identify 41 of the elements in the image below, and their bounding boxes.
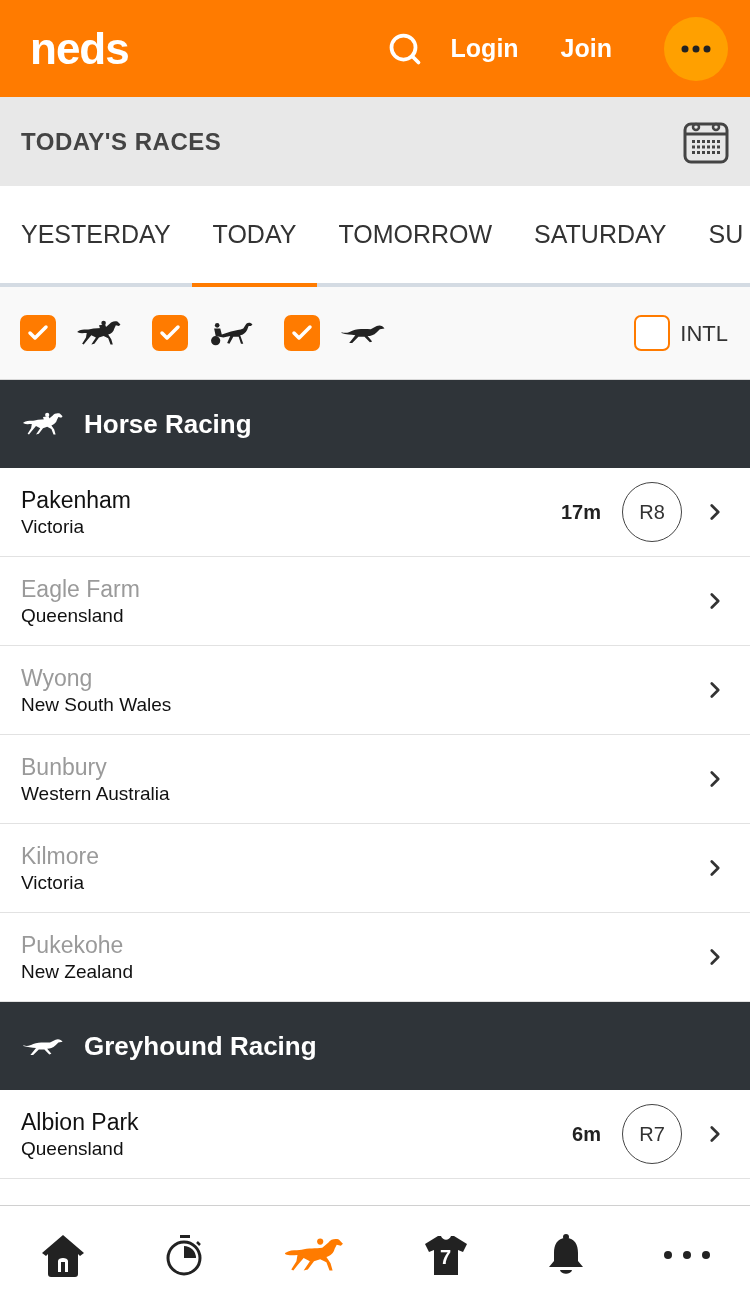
race-countdown: 6m	[572, 1122, 601, 1147]
more-icon[interactable]	[663, 1249, 712, 1260]
section-title: Horse Racing	[84, 407, 252, 441]
venue-name: Eagle Farm	[21, 575, 141, 604]
meeting-row[interactable]: Bunbury Western Australia	[0, 735, 750, 824]
page-title: TODAY'S RACES	[21, 126, 223, 157]
venue-region: New South Wales	[21, 693, 173, 717]
venue-region: Victoria	[21, 515, 85, 539]
race-number: R8	[622, 482, 682, 542]
venue-name: Pakenham	[21, 486, 132, 515]
checkbox[interactable]	[20, 315, 56, 351]
venue-region: Victoria	[21, 871, 85, 895]
meeting-row[interactable]: Pakenham Victoria 17m R8	[0, 468, 750, 557]
horse-icon	[76, 319, 122, 347]
day-tab[interactable]: TODAY	[191, 186, 318, 287]
race-countdown: 17m	[560, 500, 601, 525]
venue-name: Bunbury	[21, 753, 108, 782]
checkbox[interactable]	[152, 315, 188, 351]
day-tab[interactable]: SATURDAY	[513, 186, 688, 287]
venue-name: Pukekohe	[21, 931, 125, 960]
checkbox[interactable]	[634, 315, 671, 351]
section-title: Greyhound Racing	[84, 1029, 317, 1063]
meeting-row[interactable]: Eagle Farm Queensland	[0, 557, 750, 646]
venue-region: Western Australia	[21, 782, 171, 806]
day-tab[interactable]: YESTERDAY	[21, 186, 192, 287]
day-tab[interactable]: SU	[687, 186, 750, 287]
more-icon	[681, 44, 711, 53]
horse-icon	[22, 411, 64, 437]
venue-name: Wyong	[21, 664, 94, 693]
venue-region: Queensland	[21, 604, 125, 628]
venue-region: New Zealand	[21, 960, 134, 984]
jersey-icon[interactable]: 7	[422, 1233, 469, 1276]
intl-label: INTL	[680, 319, 728, 348]
venue-region: Queensland	[21, 1137, 125, 1161]
day-tab[interactable]: TOMORROW	[317, 186, 514, 287]
meeting-row[interactable]: Kilmore Victoria	[0, 824, 750, 913]
venue-name: Kilmore	[21, 842, 100, 871]
venue-name: Albion Park	[21, 1108, 140, 1137]
checkbox[interactable]	[284, 315, 320, 351]
meeting-row[interactable]: Albion Park Queensland 6m R7	[0, 1090, 750, 1179]
meeting-row[interactable]: Wyong New South Wales	[0, 646, 750, 735]
